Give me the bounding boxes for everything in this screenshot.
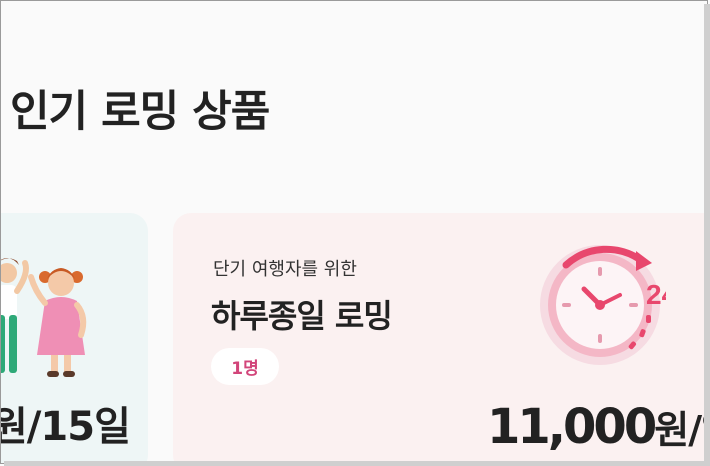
- frame-shadow-right: [704, 4, 710, 466]
- section-title: 인기 로밍 상품: [10, 87, 270, 137]
- partial-card-price: 원/15일: [0, 404, 131, 450]
- app-frame: 인기 로밍 상품 원/15일 단기 여행자를 위한 하루종일 로밍 1명 2 1…: [0, 0, 708, 464]
- kids-illustration: [1, 258, 87, 377]
- product-subtitle: 단기 여행자를 위한: [213, 259, 357, 280]
- people-badge: 1명: [211, 348, 279, 385]
- clock-24-icon: 24: [540, 245, 666, 365]
- price-amount: 11,000: [487, 399, 657, 455]
- price-row: 11,000원/일: [487, 399, 707, 455]
- clock-24-label: 24: [646, 279, 666, 310]
- product-title: 하루종일 로밍: [211, 297, 393, 335]
- frame-shadow-bottom: [4, 461, 710, 466]
- price-unit: 원/일: [654, 408, 707, 452]
